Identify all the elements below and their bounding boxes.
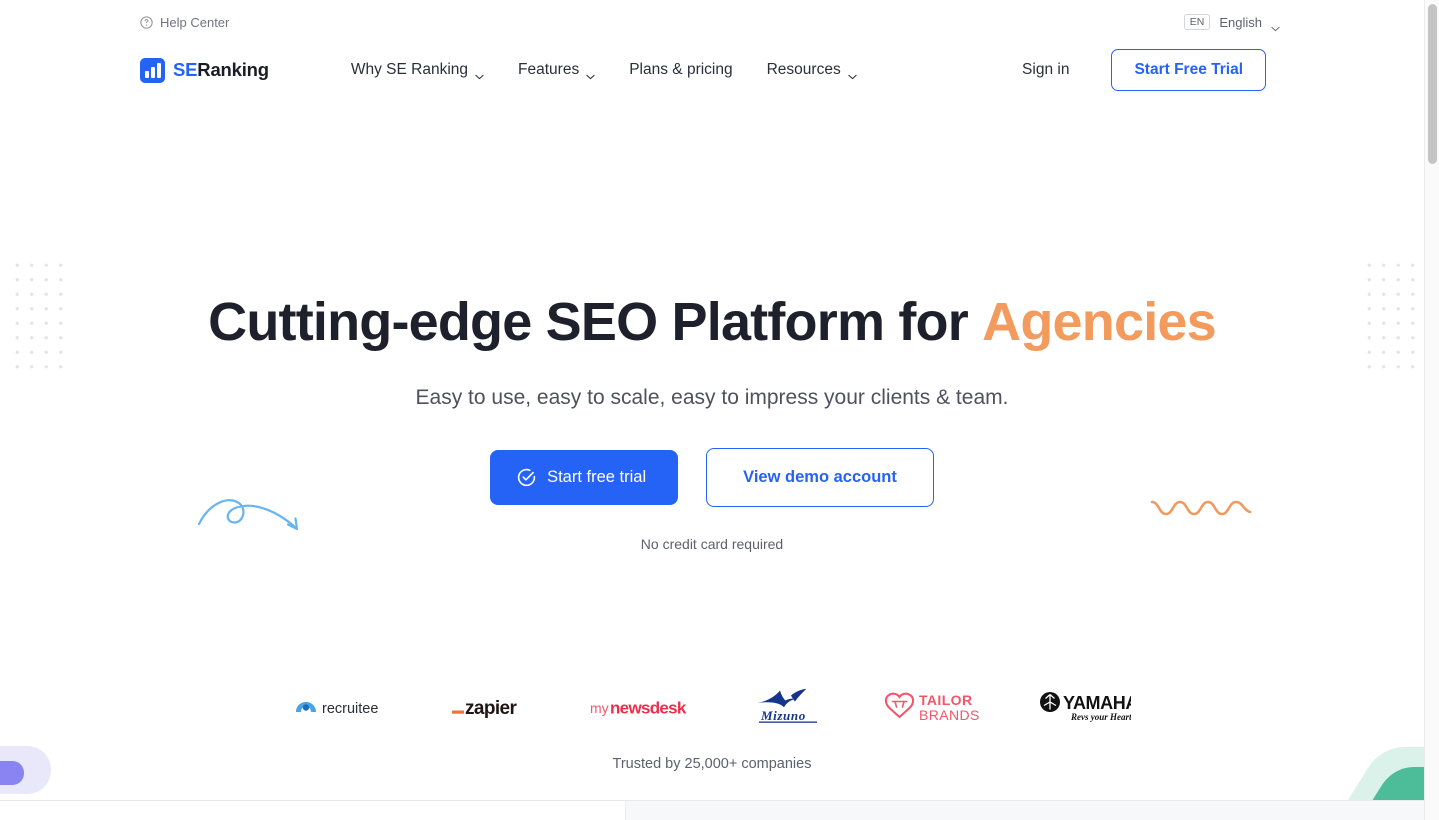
nav-item-label: Resources (766, 61, 841, 78)
question-circle-icon (140, 15, 153, 29)
start-free-trial-cta-button[interactable]: Start free trial (490, 450, 679, 505)
logo-se-ranking[interactable]: SERanking (140, 57, 269, 83)
language-name-label: English (1219, 14, 1262, 30)
chevron-down-icon (475, 67, 484, 80)
page-scrollbar[interactable] (1424, 0, 1439, 820)
logo-text-ranking: Ranking (197, 59, 269, 80)
svg-text:recruitee: recruitee (322, 701, 378, 717)
nav-item-resources[interactable]: Resources (750, 53, 874, 87)
svg-text:zapier: zapier (465, 698, 518, 719)
chevron-down-icon (848, 67, 857, 80)
brand-logo-mynewsdesk: my newsdesk (589, 684, 703, 730)
bar-chart-icon (140, 57, 165, 83)
help-center-label: Help Center (160, 14, 230, 30)
nav-item-plans-pricing[interactable]: Plans & pricing (612, 53, 749, 87)
chevron-down-icon (586, 67, 595, 80)
site-header: SERanking Why SE Ranking Features Plans … (0, 44, 1424, 96)
svg-text:newsdesk: newsdesk (610, 699, 687, 718)
client-logo-strip: recruitee zapier my newsdesk Mizuno TAIL… (0, 684, 1424, 730)
check-circle-icon (517, 468, 536, 487)
svg-text:Revs your Heart: Revs your Heart (1070, 712, 1131, 722)
svg-text:Mizuno: Mizuno (760, 708, 806, 723)
nav-item-why-se-ranking[interactable]: Why SE Ranking (334, 53, 501, 87)
chevron-down-icon (1271, 19, 1280, 32)
brand-logo-recruitee: recruitee (293, 684, 399, 730)
svg-text:my: my (590, 700, 609, 716)
svg-text:YAMAHA: YAMAHA (1063, 693, 1131, 713)
hero-section: Cutting-edge SEO Platform for Agencies E… (0, 96, 1424, 820)
help-center-link[interactable]: Help Center (140, 15, 229, 30)
svg-text:TAILOR: TAILOR (919, 692, 972, 708)
next-section-preview (0, 800, 1424, 820)
nav-item-label: Why SE Ranking (350, 61, 469, 78)
brand-logo-mizuno: Mizuno (755, 684, 827, 730)
logo-text: SERanking (173, 59, 269, 81)
nav-item-label: Plans & pricing (629, 61, 733, 78)
hero-cta-row: Start free trial View demo account (0, 448, 1424, 507)
next-section-left-panel (0, 801, 625, 820)
logo-text-se: SE (173, 59, 198, 80)
nav-item-label: Features (518, 61, 580, 78)
scrollbar-thumb[interactable] (1428, 4, 1437, 164)
brand-logo-zapier: zapier (451, 684, 537, 730)
trusted-by-label: Trusted by 25,000+ companies (612, 756, 812, 772)
brand-logo-tailor-brands: TAILOR BRANDS (879, 684, 987, 730)
page-title: Cutting-edge SEO Platform for Agencies (0, 292, 1424, 352)
page-title-accent: Agencies (982, 292, 1217, 352)
sign-in-link[interactable]: Sign in (1002, 53, 1089, 87)
header-actions: Sign in Start Free Trial (1002, 49, 1408, 91)
language-code-badge: EN (1183, 13, 1211, 31)
next-section-right-panel (625, 801, 1424, 820)
hero-subheading: Easy to use, easy to scale, easy to impr… (415, 386, 1009, 409)
main-navigation: Why SE Ranking Features Plans & pricing … (334, 53, 874, 87)
nav-item-features[interactable]: Features (501, 53, 612, 87)
no-credit-card-note: No credit card required (640, 536, 784, 552)
page-title-main: Cutting-edge SEO Platform for (208, 292, 983, 352)
start-free-trial-button[interactable]: Start Free Trial (1111, 49, 1266, 91)
svg-text:BRANDS: BRANDS (919, 707, 980, 723)
page-root: Help Center EN English SERanking Why SE … (0, 0, 1439, 820)
brand-logo-yamaha: YAMAHA Revs your Heart (1039, 684, 1131, 730)
language-selector[interactable]: EN English (1183, 13, 1408, 32)
top-utility-bar: Help Center EN English (0, 0, 1424, 44)
start-free-trial-cta-label: Start free trial (547, 468, 647, 486)
view-demo-account-button[interactable]: View demo account (706, 448, 934, 507)
